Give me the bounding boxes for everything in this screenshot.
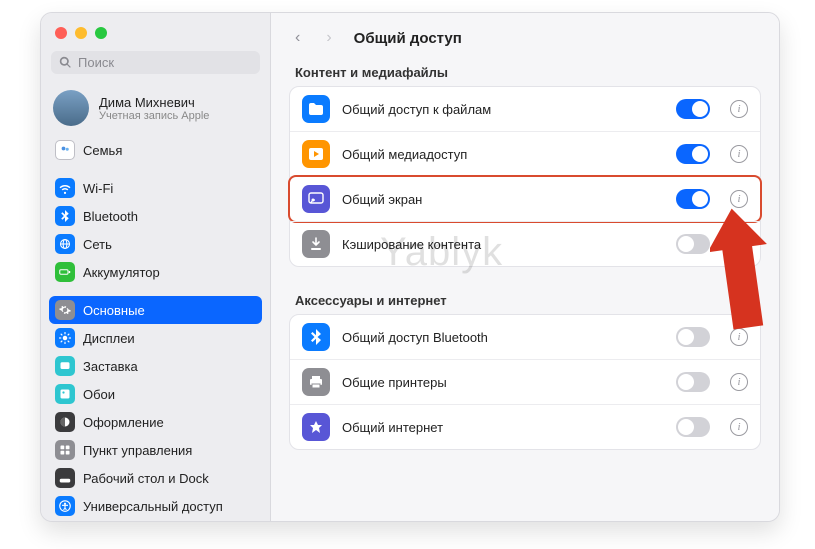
sidebar-item-label: Семья (83, 143, 122, 158)
sidebar-item-label: Wi-Fi (83, 181, 113, 196)
info-button[interactable]: i (730, 145, 748, 163)
search-input[interactable]: Поиск (51, 51, 260, 74)
search-icon (59, 56, 72, 69)
avatar (53, 90, 89, 126)
row-label: Общий экран (342, 192, 664, 207)
settings-window: Поиск Дима Михневич Учетная запись Apple… (40, 12, 780, 522)
sidebar-item-label: Аккумулятор (83, 265, 160, 280)
sidebar-item-label: Заставка (83, 359, 138, 374)
sidebar-item-label: Пункт управления (83, 443, 192, 458)
info-button[interactable]: i (730, 373, 748, 391)
sidebar-item[interactable]: Сеть (49, 230, 262, 258)
sidebar-item[interactable]: Заставка (49, 352, 262, 380)
toggle-switch[interactable] (676, 189, 710, 209)
search-placeholder: Поиск (78, 55, 114, 70)
settings-panel: Общий доступ к файлам i Общий медиадосту… (289, 86, 761, 267)
settings-row[interactable]: Общий экран i (290, 176, 760, 221)
sidebar-item[interactable]: Аккумулятор (49, 258, 262, 286)
sidebar: Поиск Дима Михневич Учетная запись Apple… (41, 13, 271, 521)
toggle-switch[interactable] (676, 372, 710, 392)
account-name: Дима Михневич (99, 95, 209, 110)
settings-row[interactable]: Общий доступ к файлам i (290, 87, 760, 131)
sidebar-item[interactable]: Семья (49, 136, 262, 164)
sidebar-item-label: Дисплеи (83, 331, 135, 346)
account-row[interactable]: Дима Михневич Учетная запись Apple (41, 84, 270, 136)
zoom-button[interactable] (95, 27, 107, 39)
sidebar-item-label: Универсальный доступ (83, 499, 223, 514)
sidebar-item[interactable]: Wi-Fi (49, 174, 262, 202)
sidebar-item-label: Обои (83, 387, 115, 402)
settings-row[interactable]: Кэширование контента i (290, 221, 760, 266)
sidebar-item-label: Основные (83, 303, 145, 318)
settings-row[interactable]: Общий интернет i (290, 404, 760, 449)
info-button[interactable]: i (730, 100, 748, 118)
toggle-switch[interactable] (676, 234, 710, 254)
toggle-switch[interactable] (676, 144, 710, 164)
header: ‹ › Общий доступ (271, 13, 779, 55)
sidebar-item[interactable]: Дисплеи (49, 324, 262, 352)
close-button[interactable] (55, 27, 67, 39)
row-label: Общий интернет (342, 420, 664, 435)
section-label: Контент и медиафайлы (271, 55, 779, 86)
toggle-switch[interactable] (676, 99, 710, 119)
settings-row[interactable]: Общие принтеры i (290, 359, 760, 404)
sidebar-item[interactable]: Пункт управления (49, 436, 262, 464)
settings-panel: Общий доступ Bluetooth i Общие принтеры … (289, 314, 761, 450)
page-title: Общий доступ (354, 30, 462, 47)
sidebar-item[interactable]: Обои (49, 380, 262, 408)
window-controls (41, 13, 270, 49)
sidebar-item-label: Рабочий стол и Dock (83, 471, 209, 486)
settings-row[interactable]: Общий доступ Bluetooth i (290, 315, 760, 359)
section-label: Аксессуары и интернет (271, 283, 779, 314)
sections: Контент и медиафайлы Общий доступ к файл… (271, 55, 779, 466)
settings-row[interactable]: Общий медиадоступ i (290, 131, 760, 176)
sidebar-item-label: Оформление (83, 415, 164, 430)
forward-button[interactable]: › (322, 27, 335, 49)
row-label: Общие принтеры (342, 375, 664, 390)
toggle-switch[interactable] (676, 417, 710, 437)
info-button[interactable]: i (730, 328, 748, 346)
info-button[interactable]: i (730, 418, 748, 436)
sidebar-item[interactable]: Универсальный доступ (49, 492, 262, 520)
content-pane: ‹ › Общий доступ Контент и медиафайлы Об… (271, 13, 779, 521)
row-label: Кэширование контента (342, 237, 664, 252)
row-label: Общий доступ к файлам (342, 102, 664, 117)
info-button[interactable]: i (730, 190, 748, 208)
sidebar-item-label: Bluetooth (83, 209, 138, 224)
account-sub: Учетная запись Apple (99, 110, 209, 122)
sidebar-list: Семья Wi-Fi Bluetooth Сеть Аккумулятор О… (41, 136, 270, 521)
row-label: Общий медиадоступ (342, 147, 664, 162)
minimize-button[interactable] (75, 27, 87, 39)
info-button[interactable]: i (730, 235, 748, 253)
sidebar-item[interactable]: Bluetooth (49, 202, 262, 230)
sidebar-item[interactable]: Основные (49, 296, 262, 324)
back-button[interactable]: ‹ (291, 27, 304, 49)
sidebar-item-label: Сеть (83, 237, 112, 252)
sidebar-item[interactable]: Рабочий стол и Dock (49, 464, 262, 492)
sidebar-item[interactable]: Оформление (49, 408, 262, 436)
row-label: Общий доступ Bluetooth (342, 330, 664, 345)
toggle-switch[interactable] (676, 327, 710, 347)
